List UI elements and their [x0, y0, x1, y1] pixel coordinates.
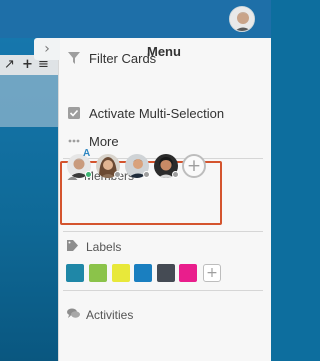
menu-item-label: Activate Multi-Selection	[89, 105, 225, 121]
labels-heading-label: Labels	[86, 240, 122, 254]
add-label-button[interactable]: +	[203, 264, 221, 282]
labels-heading: Labels	[67, 240, 121, 254]
filter-icon	[67, 51, 81, 65]
checkbox-icon	[67, 106, 81, 120]
top-header-bar	[0, 0, 271, 38]
collapse-sidebar-button[interactable]: ›	[34, 38, 60, 60]
label-chip[interactable]	[179, 264, 197, 282]
tag-icon	[67, 240, 80, 254]
label-chip[interactable]	[66, 264, 84, 282]
status-offline-indicator	[143, 171, 150, 178]
status-offline-indicator	[114, 171, 121, 178]
menu-item-label: More	[89, 133, 119, 149]
divider	[63, 231, 263, 232]
ellipsis-icon	[67, 134, 81, 148]
admin-badge: A	[83, 148, 91, 159]
menu-item-label: Filter Cards	[89, 50, 157, 66]
expand-icon[interactable]: ↗	[4, 57, 15, 72]
activities-heading-label: Activities	[86, 308, 134, 322]
board-list-column	[0, 75, 60, 127]
activities-heading[interactable]: Activities	[67, 308, 133, 322]
label-chip[interactable]	[134, 264, 152, 282]
status-online-indicator	[85, 171, 92, 178]
menu-item-more[interactable]: More	[67, 132, 119, 150]
sidebar-menu-panel: Menu Filter Cards Activate Multi-Selecti…	[58, 38, 271, 361]
user-face-icon	[230, 7, 254, 31]
label-chip[interactable]	[112, 264, 130, 282]
add-icon[interactable]: +	[22, 57, 33, 72]
menu-item-filter-cards[interactable]: Filter Cards	[67, 49, 156, 67]
status-offline-indicator	[172, 171, 179, 178]
menu-item-multi-selection[interactable]: Activate Multi-Selection	[67, 104, 224, 122]
label-chip[interactable]	[157, 264, 175, 282]
label-chip[interactable]	[89, 264, 107, 282]
current-user-avatar[interactable]	[229, 6, 255, 32]
add-member-button[interactable]: +	[182, 154, 206, 178]
comments-icon	[67, 308, 80, 322]
chevron-right-icon: ›	[44, 41, 50, 57]
divider	[63, 290, 263, 291]
